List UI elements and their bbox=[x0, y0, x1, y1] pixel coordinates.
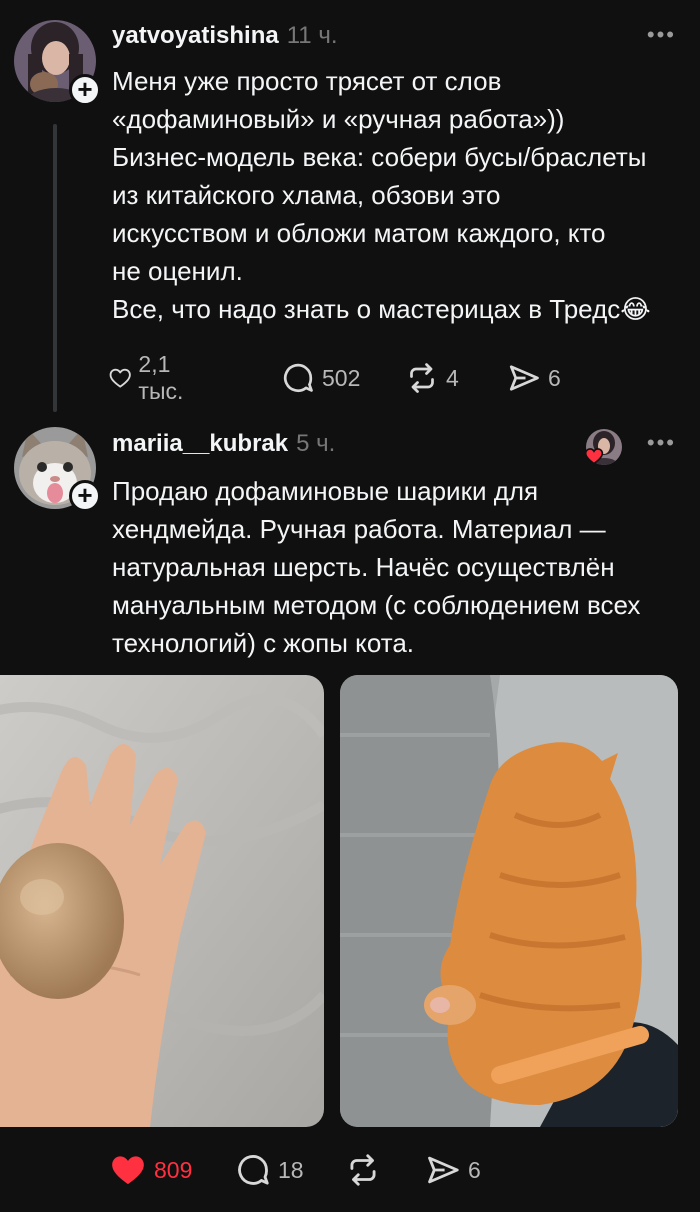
username[interactable]: yatvoyatishina bbox=[112, 22, 279, 50]
more-icon[interactable]: ••• bbox=[647, 430, 676, 456]
post-time: 11 ч. bbox=[286, 22, 338, 49]
heart-icon bbox=[584, 448, 604, 465]
reply-count: 18 bbox=[278, 1156, 304, 1183]
post-text-line: не оценил. bbox=[112, 256, 243, 286]
post-text-line: Бизнес-модель века: собери бусы/браслеты bbox=[112, 142, 647, 172]
post-text-line: мануальным методом (с соблюдением всех bbox=[112, 590, 641, 620]
post-text-line: искусством и обложи матом каждого, кто bbox=[112, 218, 606, 248]
username[interactable]: mariia__kubrak bbox=[112, 430, 288, 458]
follow-plus-icon[interactable]: + bbox=[69, 74, 101, 106]
heart-icon bbox=[112, 1156, 144, 1185]
post-text-line: технологий) с жопы кота. bbox=[112, 628, 415, 658]
like-count: 809 bbox=[154, 1156, 193, 1183]
heart-icon bbox=[109, 368, 131, 388]
post-text-line: хендмейда. Ручная работа. Материал — bbox=[112, 514, 606, 544]
post-text-line: Меня уже просто трясет от слов bbox=[112, 66, 502, 96]
post-header: mariia__kubrak 5 ч. bbox=[112, 430, 335, 460]
share-button[interactable]: 6 bbox=[506, 358, 561, 398]
repost-icon bbox=[350, 1154, 376, 1186]
post-text-line: «дофаминовый» и «ручная работа»)) bbox=[112, 104, 565, 134]
reply-button[interactable]: 502 bbox=[280, 358, 360, 398]
share-count: 6 bbox=[468, 1156, 481, 1183]
thread-post: + mariia__kubrak 5 ч. ••• Продаю дофамин… bbox=[0, 412, 700, 1212]
post-text-line: из китайского хлама, обзови это bbox=[112, 180, 501, 210]
comment-icon bbox=[238, 1155, 269, 1185]
post-text: Продаю дофаминовые шарики для хендмейда.… bbox=[112, 472, 692, 662]
share-count: 6 bbox=[548, 364, 561, 391]
like-button[interactable]: 809 bbox=[108, 1150, 192, 1190]
more-icon[interactable]: ••• bbox=[647, 22, 676, 48]
post-photo[interactable] bbox=[340, 675, 678, 1127]
share-button[interactable]: 6 bbox=[424, 1150, 481, 1190]
reply-count: 502 bbox=[322, 364, 361, 391]
comment-icon bbox=[283, 363, 313, 393]
post-photo[interactable] bbox=[0, 675, 324, 1127]
repost-button[interactable]: 4 bbox=[404, 358, 459, 398]
repost-button[interactable] bbox=[344, 1150, 382, 1190]
reply-button[interactable]: 18 bbox=[234, 1150, 304, 1190]
share-icon bbox=[509, 365, 539, 391]
post-text-line: Все, что надо знать о мастерицах в Тредс… bbox=[112, 294, 651, 324]
post-text-line: Продаю дофаминовые шарики для bbox=[112, 476, 539, 506]
thread-connector bbox=[53, 124, 57, 412]
repost-count: 4 bbox=[446, 364, 459, 391]
thread-post: + yatvoyatishina 11 ч. ••• Меня уже прос… bbox=[0, 0, 700, 412]
follow-plus-icon[interactable]: + bbox=[69, 480, 101, 512]
post-text: Меня уже просто трясет от слов «дофамино… bbox=[112, 62, 692, 328]
like-count: 2,1 тыс. bbox=[138, 351, 184, 404]
repost-icon bbox=[410, 363, 434, 393]
post-time: 5 ч. bbox=[296, 430, 336, 457]
post-header: yatvoyatishina 11 ч. bbox=[112, 22, 338, 52]
share-icon bbox=[428, 1156, 459, 1184]
like-button[interactable]: 2,1 тыс. bbox=[108, 351, 195, 404]
post-text-line: натуральная шерсть. Начёс осуществлён bbox=[112, 552, 615, 582]
